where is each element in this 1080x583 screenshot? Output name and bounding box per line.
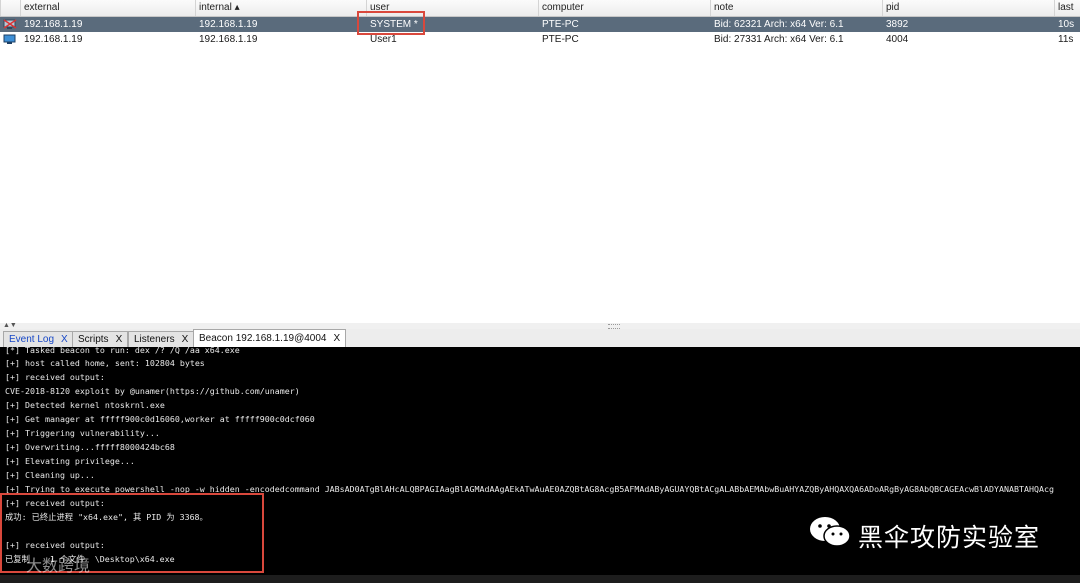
close-icon[interactable]: X: [182, 334, 189, 345]
user-highlight-box: [357, 11, 425, 35]
column-header-computer[interactable]: computer: [538, 0, 710, 16]
console-line: [+] Detected kernel ntoskrnl.exe: [5, 400, 165, 410]
table-row[interactable]: 192.168.1.19 192.168.1.19 SYSTEM * PTE-P…: [0, 17, 1080, 32]
cell-internal: 192.168.1.19: [199, 19, 258, 30]
cell-internal: 192.168.1.19: [199, 34, 258, 45]
column-header-pid[interactable]: pid: [882, 0, 1054, 16]
cell-last: 11s: [1058, 34, 1074, 45]
tab-listeners[interactable]: Listeners X: [128, 331, 195, 347]
cell-last: 10s: [1058, 19, 1075, 30]
tab-label: Event Log: [9, 334, 55, 345]
cell-pid: 4004: [886, 34, 909, 45]
console-line: [+] Elevating privilege...: [5, 456, 135, 466]
console-line: CVE-2018-8120 exploit by @unamer(https:/…: [5, 386, 300, 396]
tab-label: Scripts: [78, 334, 109, 345]
close-icon[interactable]: X: [61, 334, 68, 345]
watermark-secondary: 大数跨境: [26, 556, 91, 575]
tab-beacon[interactable]: Beacon 192.168.1.19@4004 X: [193, 329, 347, 347]
tab-event-log[interactable]: Event Log X: [3, 331, 74, 347]
console-line: [+] Triggering vulnerability...: [5, 428, 160, 438]
cell-external: 192.168.1.19: [24, 19, 83, 30]
column-header-note[interactable]: note: [710, 0, 882, 16]
cell-external: 192.168.1.19: [24, 34, 83, 45]
console-line: [+] Overwriting...fffff8000424bc68: [5, 442, 175, 452]
console-line: [+] Get manager at fffff900c0d16060,work…: [5, 414, 315, 424]
table-row[interactable]: 192.168.1.19 192.168.1.19 User1 PTE-PC B…: [0, 32, 1080, 47]
cell-note: Bid: 62321 Arch: x64 Ver: 6.1: [714, 19, 844, 30]
column-header-icon[interactable]: [0, 0, 20, 16]
column-header-external[interactable]: external: [20, 0, 195, 16]
admin-beacon-icon: [3, 19, 17, 29]
close-icon[interactable]: X: [333, 333, 340, 344]
wechat-icon: [810, 517, 851, 547]
tab-bar: Event Log X Scripts X Listeners X Beacon 19…: [0, 329, 1080, 348]
session-table: external internal ▴ user computer note p…: [0, 0, 1080, 324]
cell-note: Bid: 27331 Arch: x64 Ver: 6.1: [714, 34, 844, 45]
column-header-internal[interactable]: internal ▴: [195, 0, 366, 16]
table-header: external internal ▴ user computer note p…: [0, 0, 1080, 17]
console-input-bar[interactable]: [0, 575, 1080, 583]
console-line: [+] Cleaning up...: [5, 470, 95, 480]
tab-scripts[interactable]: Scripts X: [72, 331, 129, 347]
close-icon[interactable]: X: [116, 334, 123, 345]
console-line: [+] received output:: [5, 372, 105, 382]
console-line: [+] host called home, sent: 102804 bytes: [5, 358, 205, 368]
tab-label: Listeners: [134, 334, 175, 345]
cell-pid: 3892: [886, 19, 909, 30]
cell-computer: PTE-PC: [542, 19, 579, 30]
collapse-arrows-icon[interactable]: ▲▼: [3, 322, 17, 329]
tab-label: Beacon 192.168.1.19@4004: [199, 333, 327, 344]
beacon-icon: [3, 34, 16, 44]
console-line: [*] Tasked beacon to run: dex /? /Q /aa …: [5, 347, 240, 355]
watermark-title: 黑伞攻防实验室: [858, 523, 1041, 552]
cell-computer: PTE-PC: [542, 34, 579, 45]
column-header-last[interactable]: last: [1054, 0, 1080, 16]
